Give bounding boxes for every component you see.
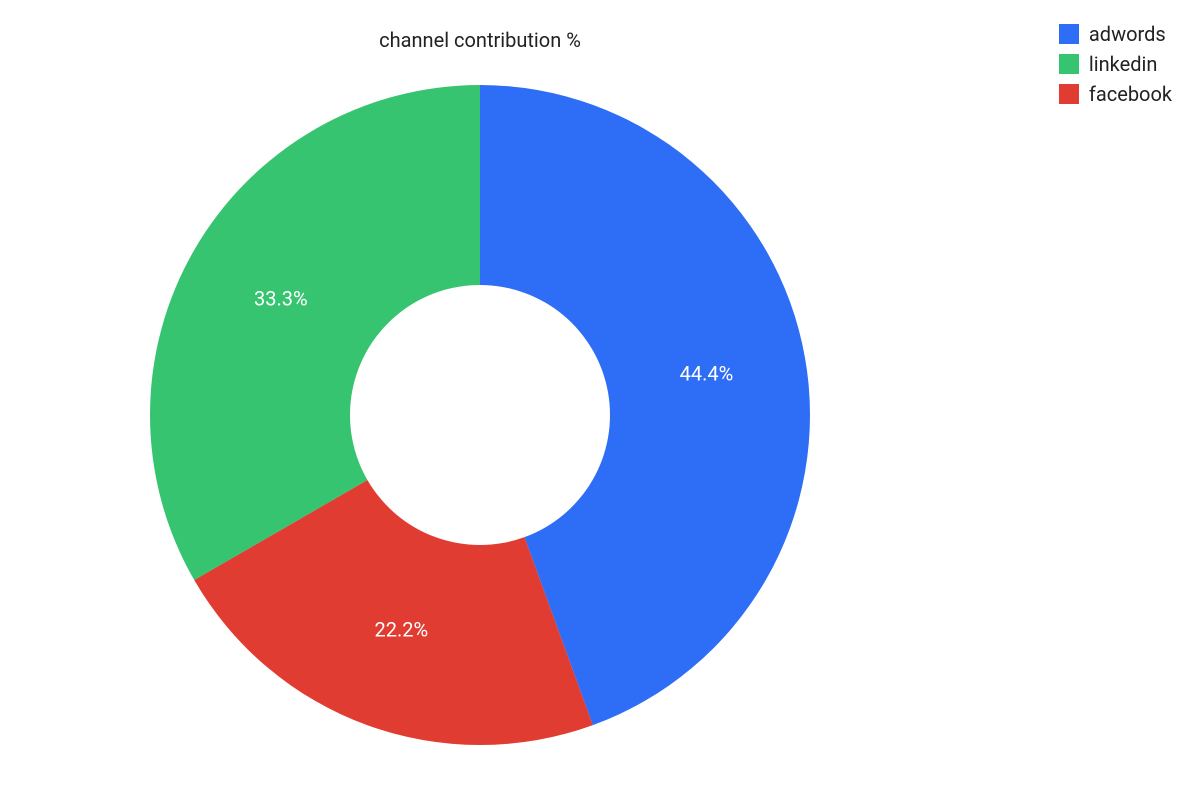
legend-swatch-linkedin	[1059, 54, 1079, 74]
legend-swatch-adwords	[1059, 24, 1079, 44]
legend-item-linkedin: linkedin	[1059, 52, 1172, 76]
slice-label-linkedin: 33.3%	[254, 286, 308, 310]
legend-item-adwords: adwords	[1059, 22, 1172, 46]
donut-chart: 44.4% 22.2% 33.3%	[130, 65, 830, 765]
legend-label: adwords	[1089, 22, 1166, 46]
slice-label-facebook: 22.2%	[375, 617, 429, 641]
legend-label: linkedin	[1089, 52, 1158, 76]
slice-label-adwords: 44.4%	[680, 361, 734, 385]
slice-linkedin	[150, 85, 480, 580]
legend-swatch-facebook	[1059, 84, 1079, 104]
chart-container: channel contribution % 44.4% 22.2% 33.3% a…	[0, 0, 1200, 793]
legend-item-facebook: facebook	[1059, 82, 1172, 106]
chart-title: channel contribution %	[0, 28, 960, 52]
legend: adwords linkedin facebook	[1059, 22, 1172, 106]
legend-label: facebook	[1089, 82, 1172, 106]
